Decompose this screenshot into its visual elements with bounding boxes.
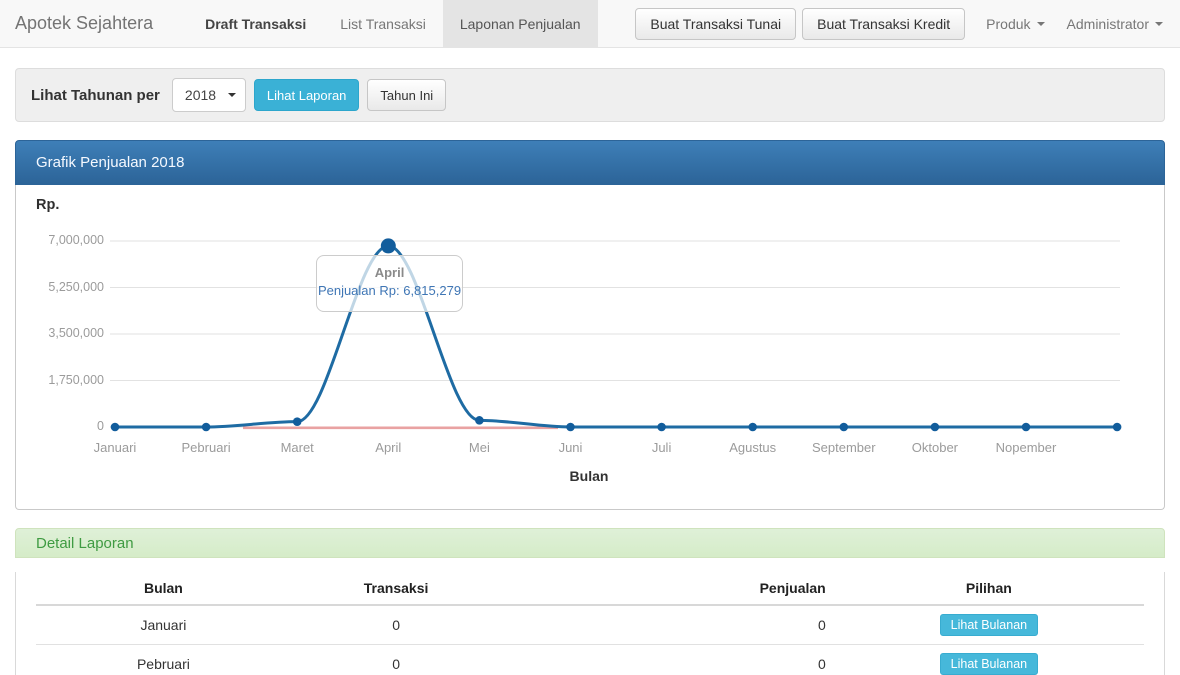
nav-item-list-transaksi[interactable]: List Transaksi xyxy=(323,0,443,47)
page: Apotek Sejahtera Draft TransaksiList Tra… xyxy=(0,0,1180,675)
nav-item-draft-transaksi[interactable]: Draft Transaksi xyxy=(188,0,323,47)
table-row: Pebruari00Lihat Bulanan xyxy=(36,645,1144,675)
cell-penjualan: 0 xyxy=(501,645,833,675)
chevron-down-icon xyxy=(228,93,236,97)
chart-panel-title: Grafik Penjualan 2018 xyxy=(15,140,1165,185)
column-header-pilihan: Pilihan xyxy=(834,572,1144,605)
nav-items: Draft TransaksiList TransaksiLaponan Pen… xyxy=(188,0,597,47)
tahun-ini-button[interactable]: Tahun Ini xyxy=(367,79,446,111)
lihat-laporan-button[interactable]: Lihat Laporan xyxy=(254,79,360,111)
chart-panel-body xyxy=(15,185,1165,510)
navbar-right: Buat Transaksi TunaiBuat Transaksi Kredi… xyxy=(635,0,1180,47)
column-header-transaksi: Transaksi xyxy=(291,572,502,605)
lihat-bulanan-button[interactable]: Lihat Bulanan xyxy=(940,614,1038,636)
buat-transaksi-kredit-button[interactable]: Buat Transaksi Kredit xyxy=(802,8,965,40)
table-header-row: BulanTransaksiPenjualanPilihan xyxy=(36,572,1144,605)
column-header-bulan: Bulan xyxy=(36,572,291,605)
cell-pilihan: Lihat Bulanan xyxy=(834,645,1144,675)
year-select-value: 2018 xyxy=(185,87,216,103)
administrator-dropdown-label: Administrator xyxy=(1067,16,1149,32)
administrator-dropdown[interactable]: Administrator xyxy=(1067,16,1163,32)
produk-dropdown-label: Produk xyxy=(986,16,1030,32)
chevron-down-icon xyxy=(1155,22,1163,26)
buat-transaksi-tunai-button[interactable]: Buat Transaksi Tunai xyxy=(635,8,796,40)
brand[interactable]: Apotek Sejahtera xyxy=(0,0,168,47)
chart-panel: Grafik Penjualan 2018 xyxy=(15,140,1165,510)
navbar: Apotek Sejahtera Draft TransaksiList Tra… xyxy=(0,0,1180,48)
cell-bulan: Pebruari xyxy=(36,645,291,675)
cell-transaksi: 0 xyxy=(291,645,502,675)
column-header-penjualan: Penjualan xyxy=(501,572,833,605)
detail-panel-title: Detail Laporan xyxy=(15,528,1165,558)
table-row: Januari00Lihat Bulanan xyxy=(36,605,1144,645)
detail-panel-body: BulanTransaksiPenjualanPilihan Januari00… xyxy=(15,572,1165,675)
filter-bar: Lihat Tahunan per 2018 Lihat Laporan Tah… xyxy=(15,68,1165,122)
lihat-bulanan-button[interactable]: Lihat Bulanan xyxy=(940,653,1038,675)
cell-transaksi: 0 xyxy=(291,605,502,645)
produk-dropdown[interactable]: Produk xyxy=(986,16,1044,32)
filter-label: Lihat Tahunan per xyxy=(31,87,160,104)
cell-penjualan: 0 xyxy=(501,605,833,645)
cell-pilihan: Lihat Bulanan xyxy=(834,605,1144,645)
year-select[interactable]: 2018 xyxy=(172,78,246,112)
cell-bulan: Januari xyxy=(36,605,291,645)
detail-table: BulanTransaksiPenjualanPilihan Januari00… xyxy=(36,572,1144,675)
navbar-dropdowns: Produk Administrator xyxy=(986,16,1163,32)
navbar-buttons: Buat Transaksi TunaiBuat Transaksi Kredi… xyxy=(635,8,965,40)
nav-item-laponan-penjualan[interactable]: Laponan Penjualan xyxy=(443,0,598,47)
detail-panel: Detail Laporan BulanTransaksiPenjualanPi… xyxy=(15,528,1165,675)
chevron-down-icon xyxy=(1037,22,1045,26)
